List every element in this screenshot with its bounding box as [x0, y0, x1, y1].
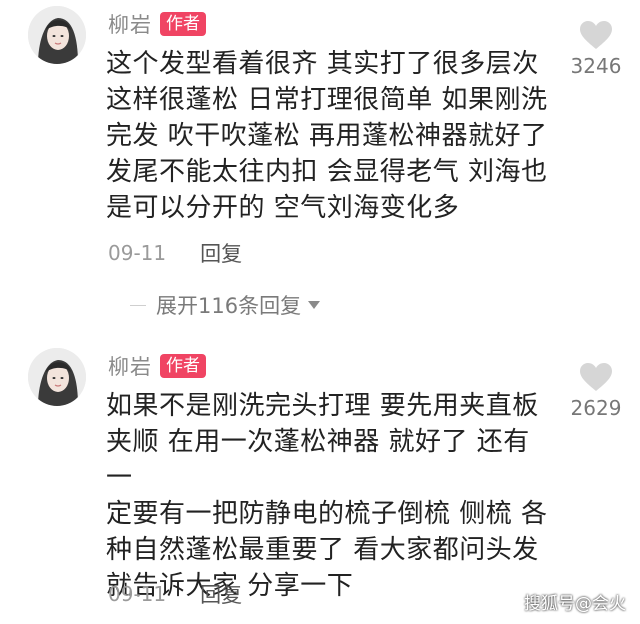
- avatar[interactable]: [28, 6, 86, 64]
- comment-date: 09-11: [108, 582, 167, 606]
- avatar-image: [28, 348, 86, 406]
- like-button[interactable]: 2629: [562, 362, 630, 420]
- comment-list: 柳岩 作者 这个发型看着很齐 其实打了很多层次 这样很蓬松 日常打理很简单 如果…: [0, 0, 640, 624]
- avatar-image: [28, 6, 86, 64]
- author-badge: 作者: [160, 12, 206, 36]
- expand-replies-button[interactable]: 展开116条回复: [130, 290, 321, 320]
- author-name[interactable]: 柳岩: [108, 9, 152, 39]
- heart-icon: [580, 363, 612, 391]
- comment-text: 如果不是刚洗完头打理 要先用夹直板 夹顺 在用一次蓬松神器 就好了 还有一 定要…: [106, 391, 548, 601]
- avatar[interactable]: [28, 348, 86, 406]
- comment-meta: 09-11 回复: [108, 579, 242, 609]
- like-count: 2629: [570, 396, 622, 420]
- like-count: 3246: [570, 54, 622, 78]
- reply-button[interactable]: 回复: [200, 579, 242, 609]
- divider: [130, 304, 146, 306]
- author-row: 柳岩 作者: [108, 10, 206, 38]
- author-name[interactable]: 柳岩: [108, 351, 152, 381]
- reply-button[interactable]: 回复: [200, 238, 242, 268]
- author-row: 柳岩 作者: [108, 352, 206, 380]
- heart-icon: [580, 21, 612, 49]
- like-button[interactable]: 3246: [562, 20, 630, 78]
- comment-meta: 09-11 回复: [108, 238, 242, 268]
- caret-down-icon: [308, 301, 321, 309]
- author-badge: 作者: [160, 354, 206, 378]
- expand-replies-label: 展开116条回复: [156, 294, 302, 318]
- watermark: 搜狐号@会火: [524, 594, 626, 614]
- comment-date: 09-11: [108, 241, 167, 265]
- comment-text: 这个发型看着很齐 其实打了很多层次 这样很蓬松 日常打理很简单 如果刚洗 完发 …: [106, 49, 548, 223]
